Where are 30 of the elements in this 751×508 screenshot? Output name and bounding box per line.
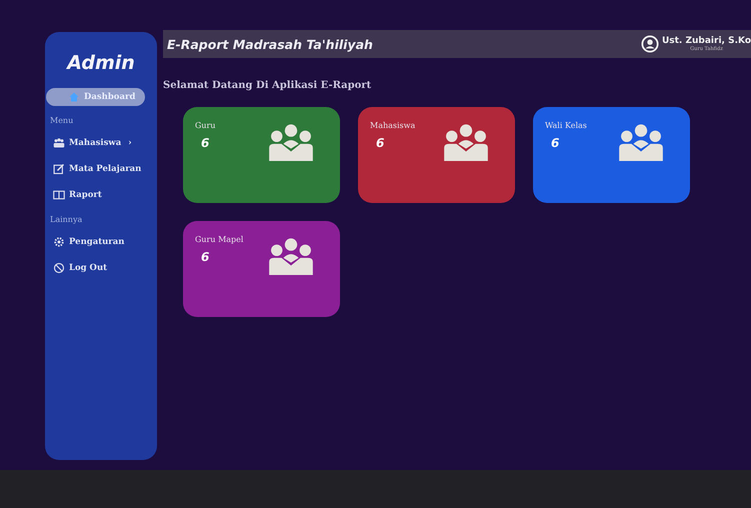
app-title: E-Raport Madrasah Ta'hiliyah (167, 36, 373, 52)
sidebar-item[interactable]: Log Out (53, 262, 108, 274)
section-label: Menu (50, 116, 74, 125)
sidebar-item[interactable]: Pengaturan (53, 236, 124, 248)
card-label: Guru (195, 121, 216, 130)
logout-icon (53, 262, 65, 274)
avatar-icon[interactable] (640, 35, 659, 53)
settings-icon (53, 236, 65, 248)
section-label: Lainnya (50, 215, 82, 224)
edit-icon (53, 163, 65, 175)
users-icon (53, 137, 65, 149)
sidebar-item[interactable]: Mahasiswa › (53, 137, 132, 149)
card-label: Guru Mapel (195, 235, 244, 244)
card-label: Wali Kelas (545, 121, 587, 130)
book-icon (53, 189, 65, 201)
people-icon (268, 123, 314, 161)
home-icon (68, 91, 80, 103)
card-count: 6 (200, 250, 210, 264)
sidebar-item[interactable]: Mata Pelajaran (53, 163, 142, 175)
people-icon (443, 123, 489, 161)
brand-title: Admin (67, 52, 135, 74)
card-label: Mahasiswa (370, 121, 416, 130)
card-count: 6 (550, 136, 560, 150)
people-icon (618, 123, 664, 161)
welcome-heading: Selamat Datang Di Aplikasi E-Raport (163, 80, 372, 91)
card-count: 6 (200, 136, 210, 150)
user-name: Ust. Zubairi, S.Ko (662, 36, 751, 46)
sidebar-item[interactable]: Raport (53, 189, 102, 201)
people-icon (268, 237, 314, 275)
card-count: 6 (375, 136, 386, 150)
